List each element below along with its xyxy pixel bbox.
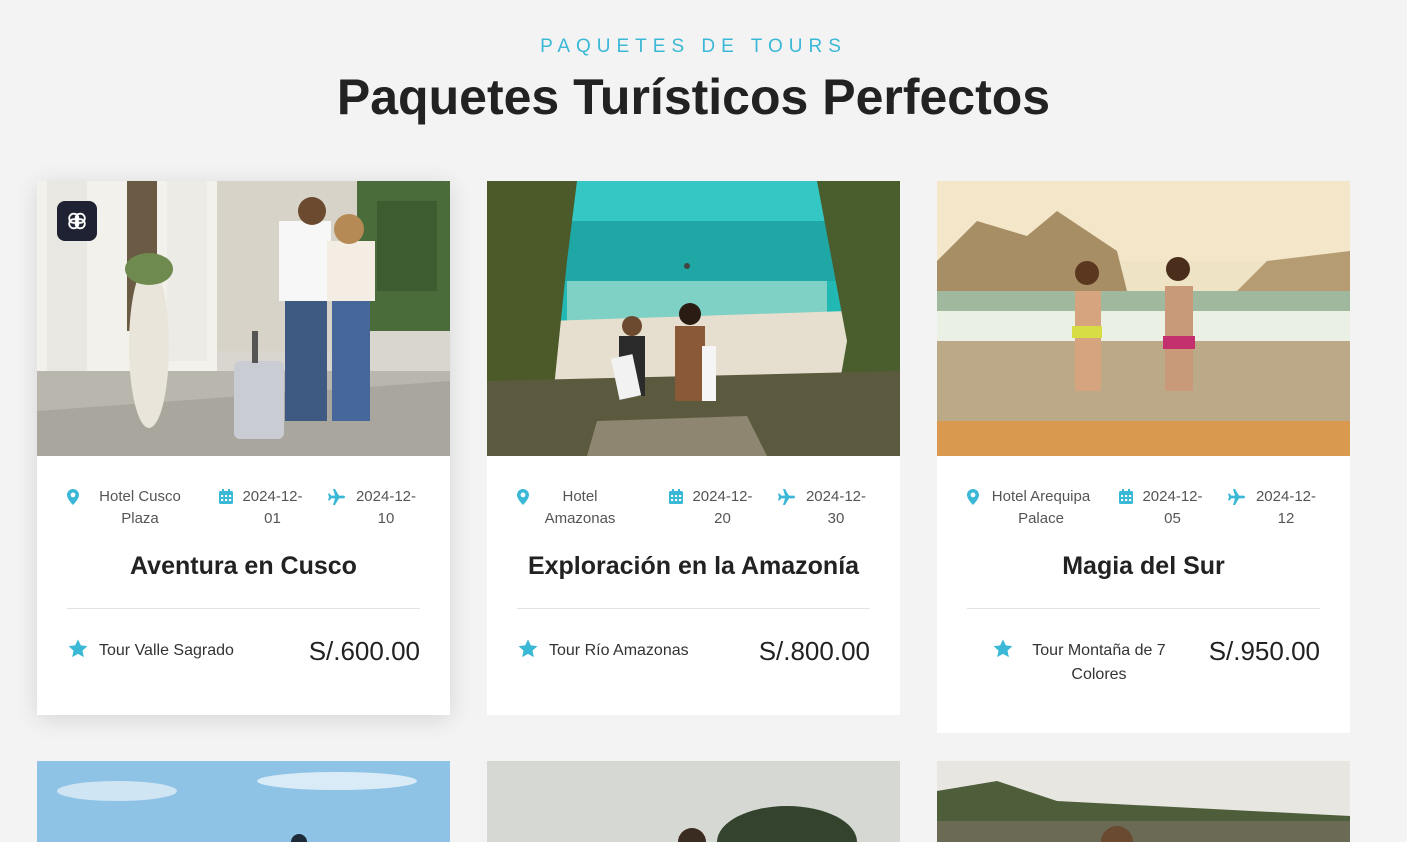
package-price: S/.800.00 [758, 636, 870, 666]
start-date-info: 2024-12-01 [218, 486, 307, 530]
package-photo-beach-surfers[interactable] [487, 181, 900, 456]
plane-icon [328, 489, 346, 512]
map-pin-icon [67, 489, 79, 512]
package-photo-couple-city[interactable] [37, 181, 450, 456]
star-icon [517, 638, 539, 668]
package-footer: Tour Montaña de 7 Colores S/.950.00 [937, 609, 1350, 733]
package-card-next-3[interactable] [937, 761, 1350, 842]
star-icon [67, 638, 89, 668]
star-icon [992, 638, 1014, 668]
package-meta: Hotel Amazonas 2024-12-20 2024-12-30 [487, 456, 900, 538]
package-card-cusco[interactable]: Hotel Cusco Plaza 2024-12-01 2024-12-10 … [37, 181, 450, 715]
package-meta: Hotel Cusco Plaza 2024-12-01 2024-12-10 [37, 456, 450, 538]
calendar-icon [218, 489, 233, 511]
plane-icon [778, 489, 796, 512]
package-title[interactable]: Magia del Sur [937, 538, 1350, 590]
end-date: 2024-12-30 [805, 488, 867, 527]
package-footer: Tour Valle Sagrado S/.600.00 [37, 609, 450, 715]
hotel-info: Hotel Arequipa Palace [967, 486, 1097, 530]
package-card-next-2[interactable] [487, 761, 900, 842]
map-pin-icon [967, 489, 979, 512]
package-price: S/.950.00 [1208, 636, 1320, 666]
end-date: 2024-12-12 [1255, 488, 1317, 527]
start-date: 2024-12-01 [242, 488, 303, 527]
end-date-info: 2024-12-30 [778, 486, 870, 530]
package-title[interactable]: Aventura en Cusco [37, 538, 450, 590]
start-date-info: 2024-12-05 [1118, 486, 1207, 530]
package-card-next-1[interactable] [37, 761, 450, 842]
start-date-info: 2024-12-20 [668, 486, 757, 530]
start-date: 2024-12-05 [1142, 488, 1203, 527]
package-meta: Hotel Arequipa Palace 2024-12-05 2024-12… [937, 456, 1350, 538]
end-date-info: 2024-12-12 [1228, 486, 1320, 530]
hotel-name: Hotel Arequipa Palace [991, 488, 1091, 527]
package-card-amazonia[interactable]: Hotel Amazonas 2024-12-20 2024-12-30 Exp… [487, 181, 900, 715]
hotel-info: Hotel Amazonas [517, 486, 647, 530]
hotel-name: Hotel Amazonas [544, 488, 616, 527]
tour-info: Tour Valle Sagrado [67, 639, 234, 668]
tour-name: Tour Río Amazonas [549, 642, 689, 659]
tour-info: Tour Río Amazonas [517, 639, 689, 668]
brain-icon[interactable] [57, 201, 97, 241]
tour-info: Tour Montaña de 7 Colores [967, 639, 1174, 687]
package-card-sur[interactable]: Hotel Arequipa Palace 2024-12-05 2024-12… [937, 181, 1350, 733]
calendar-icon [1118, 489, 1133, 511]
end-date: 2024-12-10 [355, 488, 417, 527]
package-photo-forest[interactable] [937, 761, 1350, 842]
package-photo-sea-women[interactable] [937, 181, 1350, 456]
tour-name: Tour Valle Sagrado [99, 642, 234, 659]
hotel-name: Hotel Cusco Plaza [99, 488, 181, 527]
map-pin-icon [517, 489, 529, 512]
package-photo-island[interactable] [487, 761, 900, 842]
section-eyebrow: PAQUETES DE TOURS [540, 36, 847, 57]
plane-icon [1228, 489, 1246, 512]
package-footer: Tour Río Amazonas S/.800.00 [487, 609, 900, 715]
package-title[interactable]: Exploración en la Amazonía [487, 538, 900, 590]
section-title: Paquetes Turísticos Perfectos [336, 69, 1051, 125]
tour-name: Tour Montaña de 7 Colores [1032, 642, 1166, 683]
start-date: 2024-12-20 [692, 488, 753, 527]
package-photo-sky[interactable] [37, 761, 450, 842]
hotel-info: Hotel Cusco Plaza [67, 486, 197, 530]
package-price: S/.600.00 [308, 636, 420, 666]
calendar-icon [668, 489, 683, 511]
end-date-info: 2024-12-10 [328, 486, 420, 530]
